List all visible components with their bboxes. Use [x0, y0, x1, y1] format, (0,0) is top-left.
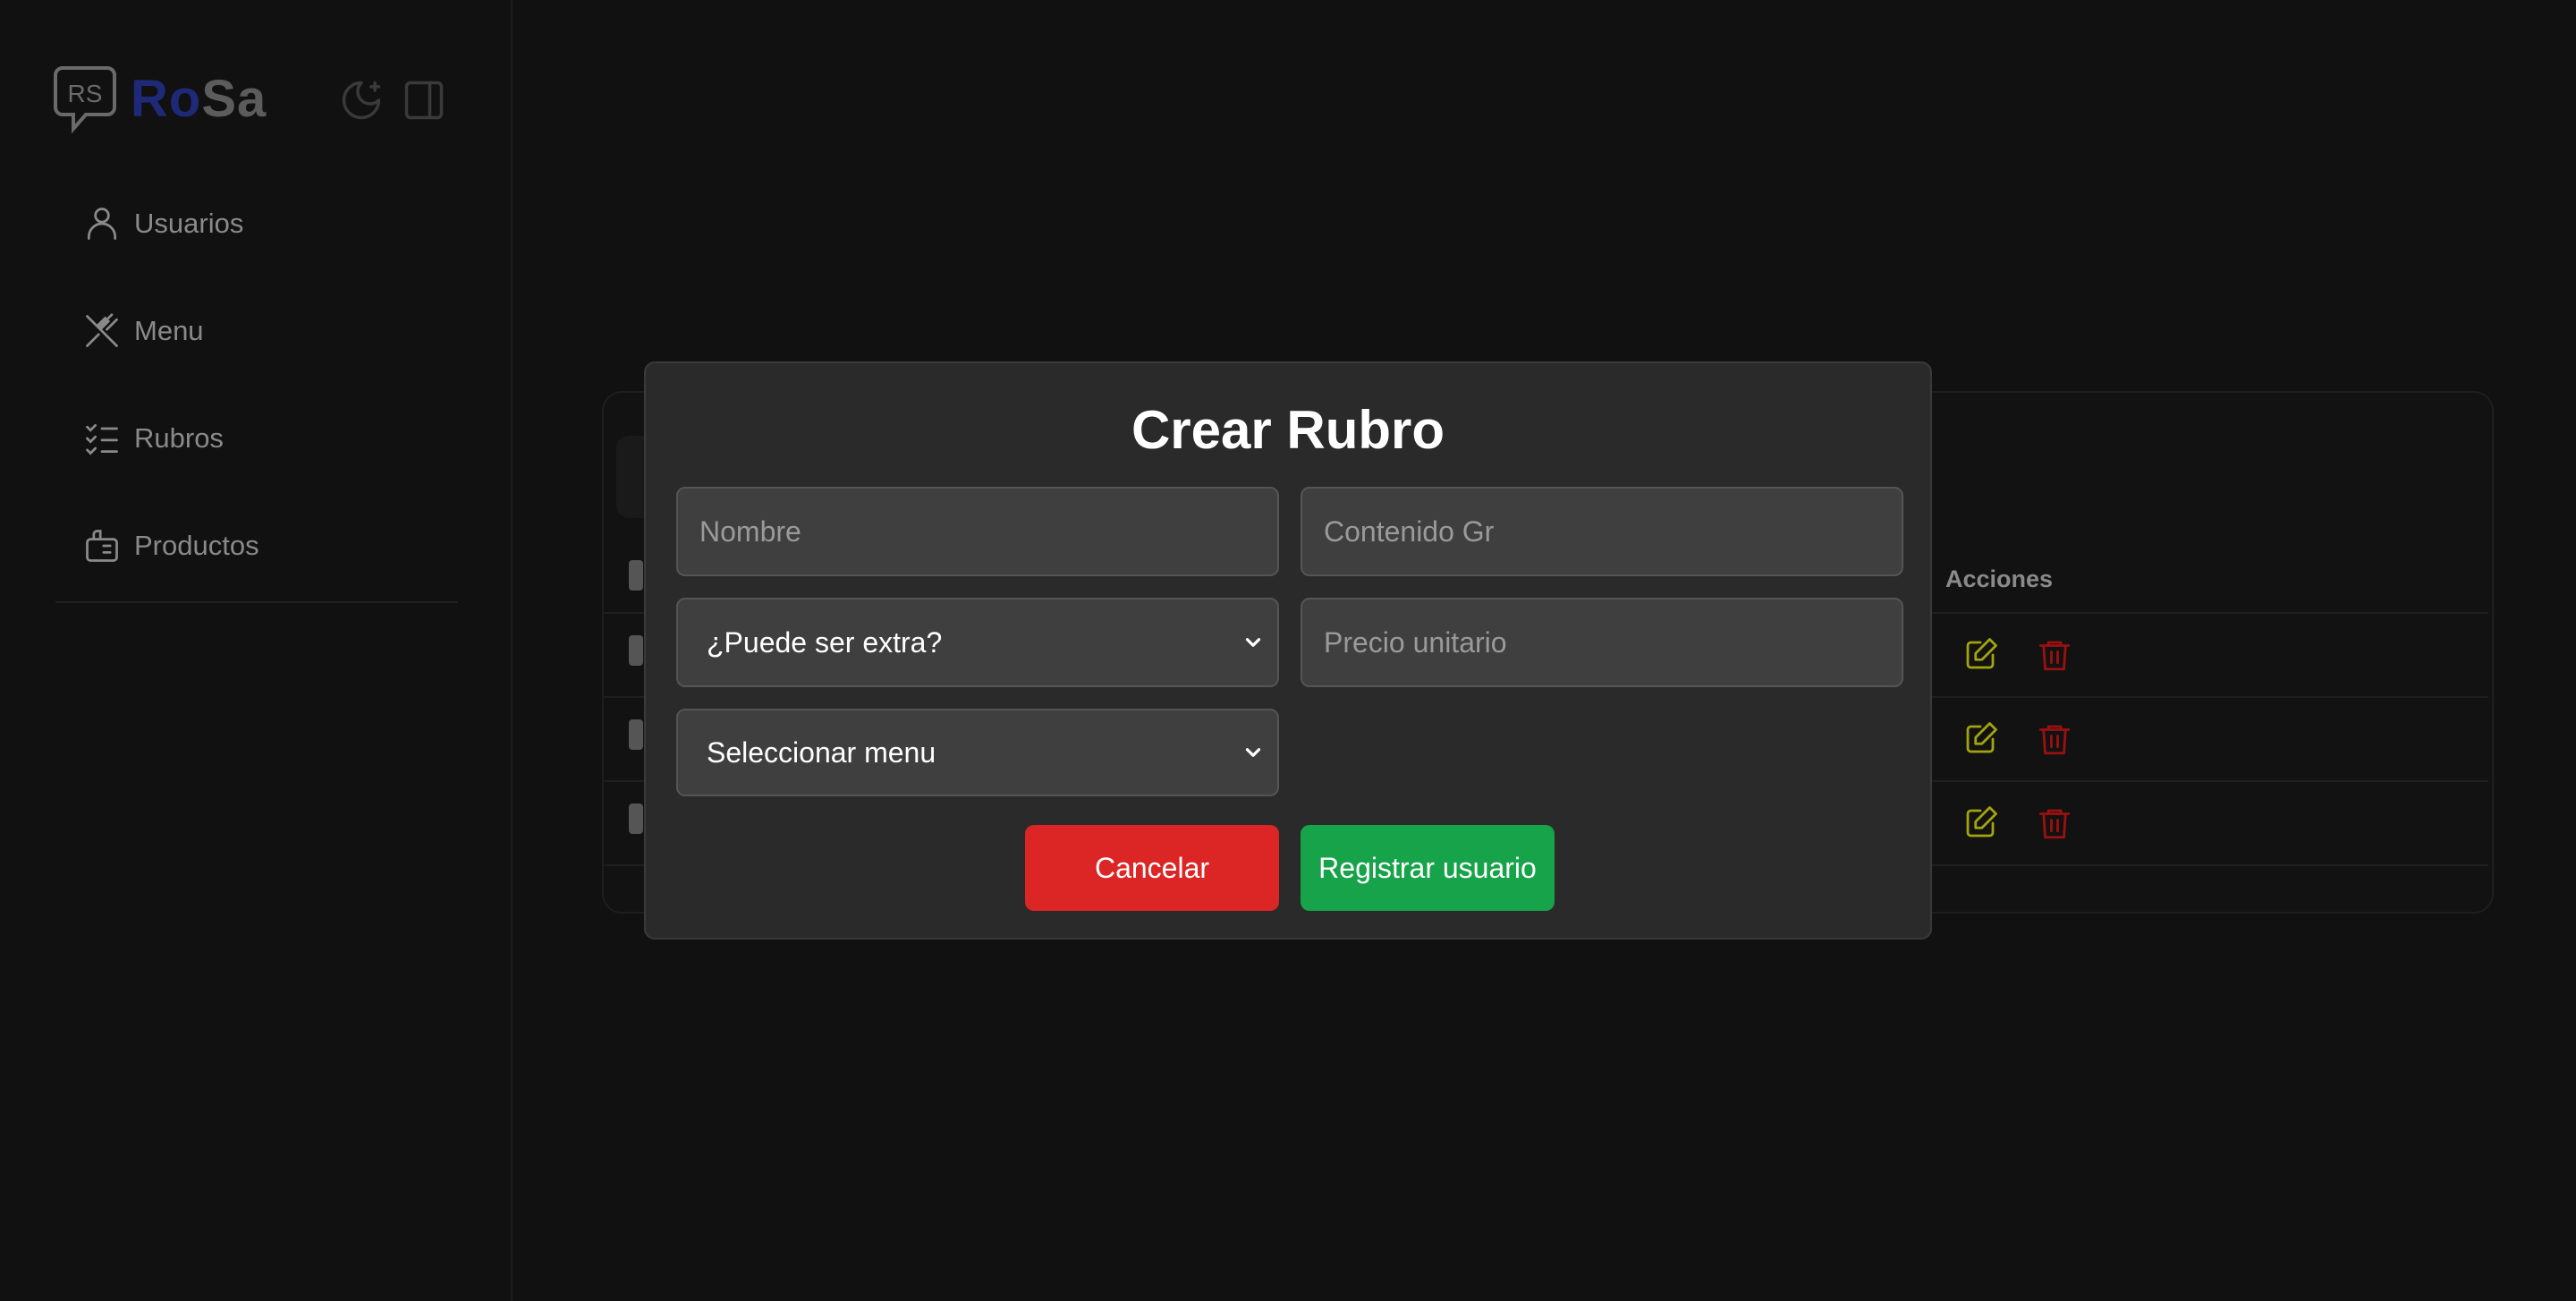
cancel-button[interactable]: Cancelar [1025, 825, 1279, 911]
svg-text:RS: RS [68, 80, 103, 107]
trash-icon[interactable] [2036, 636, 2073, 674]
column-header-acciones: Acciones [1945, 565, 2054, 592]
create-rubro-modal: Crear Rubro ¿Puede ser extra? Selecciona… [644, 361, 1932, 940]
menu-select[interactable]: Seleccionar menu [676, 709, 1279, 796]
contenido-gr-input[interactable] [1301, 487, 1903, 576]
list-checks-icon [86, 423, 118, 455]
utensils-crossed-icon [86, 313, 118, 347]
edit-icon[interactable] [1962, 636, 1999, 674]
nombre-input[interactable] [676, 487, 1279, 576]
select-value: Seleccionar menu [707, 736, 936, 769]
brand-logo[interactable]: RS RoSa [54, 63, 267, 134]
sidebar-item-menu[interactable]: Menu [82, 277, 259, 385]
sidebar-nav: Usuarios Menu Rubros Productos [82, 170, 259, 599]
logo-icon: RS [54, 66, 116, 134]
edit-icon[interactable] [1962, 720, 1999, 758]
sidebar-item-productos[interactable]: Productos [82, 492, 259, 599]
sidebar-toggle-icon[interactable] [401, 77, 447, 123]
register-button[interactable]: Registrar usuario [1301, 825, 1555, 911]
moon-icon[interactable] [338, 77, 385, 123]
precio-unitario-input[interactable] [1301, 598, 1903, 687]
sidebar-item-rubros[interactable]: Rubros [82, 385, 259, 492]
modal-title: Crear Rubro [1131, 400, 1445, 460]
select-value: ¿Puede ser extra? [707, 625, 943, 659]
puede-ser-extra-select[interactable]: ¿Puede ser extra? [676, 598, 1279, 687]
sidebar-item-usuarios[interactable]: Usuarios [82, 170, 259, 277]
trash-icon[interactable] [2036, 720, 2073, 758]
row-checkbox[interactable] [629, 804, 643, 834]
row-checkbox[interactable] [629, 719, 643, 750]
edit-icon[interactable] [1962, 804, 1999, 842]
row-checkbox[interactable] [629, 635, 643, 666]
sidebar-item-label: Menu [134, 315, 204, 346]
sidebar-item-label: Productos [134, 530, 259, 561]
chevron-down-icon [1245, 748, 1261, 757]
sidebar-divider [55, 601, 458, 603]
select-all-checkbox[interactable] [629, 560, 643, 591]
sidebar: RS RoSa Usuarios Menu Rubros Productos [0, 0, 513, 1301]
sidebar-item-label: Rubros [134, 422, 224, 454]
user-icon [87, 208, 117, 240]
trash-icon[interactable] [2036, 804, 2073, 842]
chevron-down-icon [1245, 638, 1261, 647]
brand-name: RoSa [131, 69, 267, 128]
sidebar-item-label: Usuarios [134, 208, 244, 239]
package-icon [86, 530, 118, 562]
